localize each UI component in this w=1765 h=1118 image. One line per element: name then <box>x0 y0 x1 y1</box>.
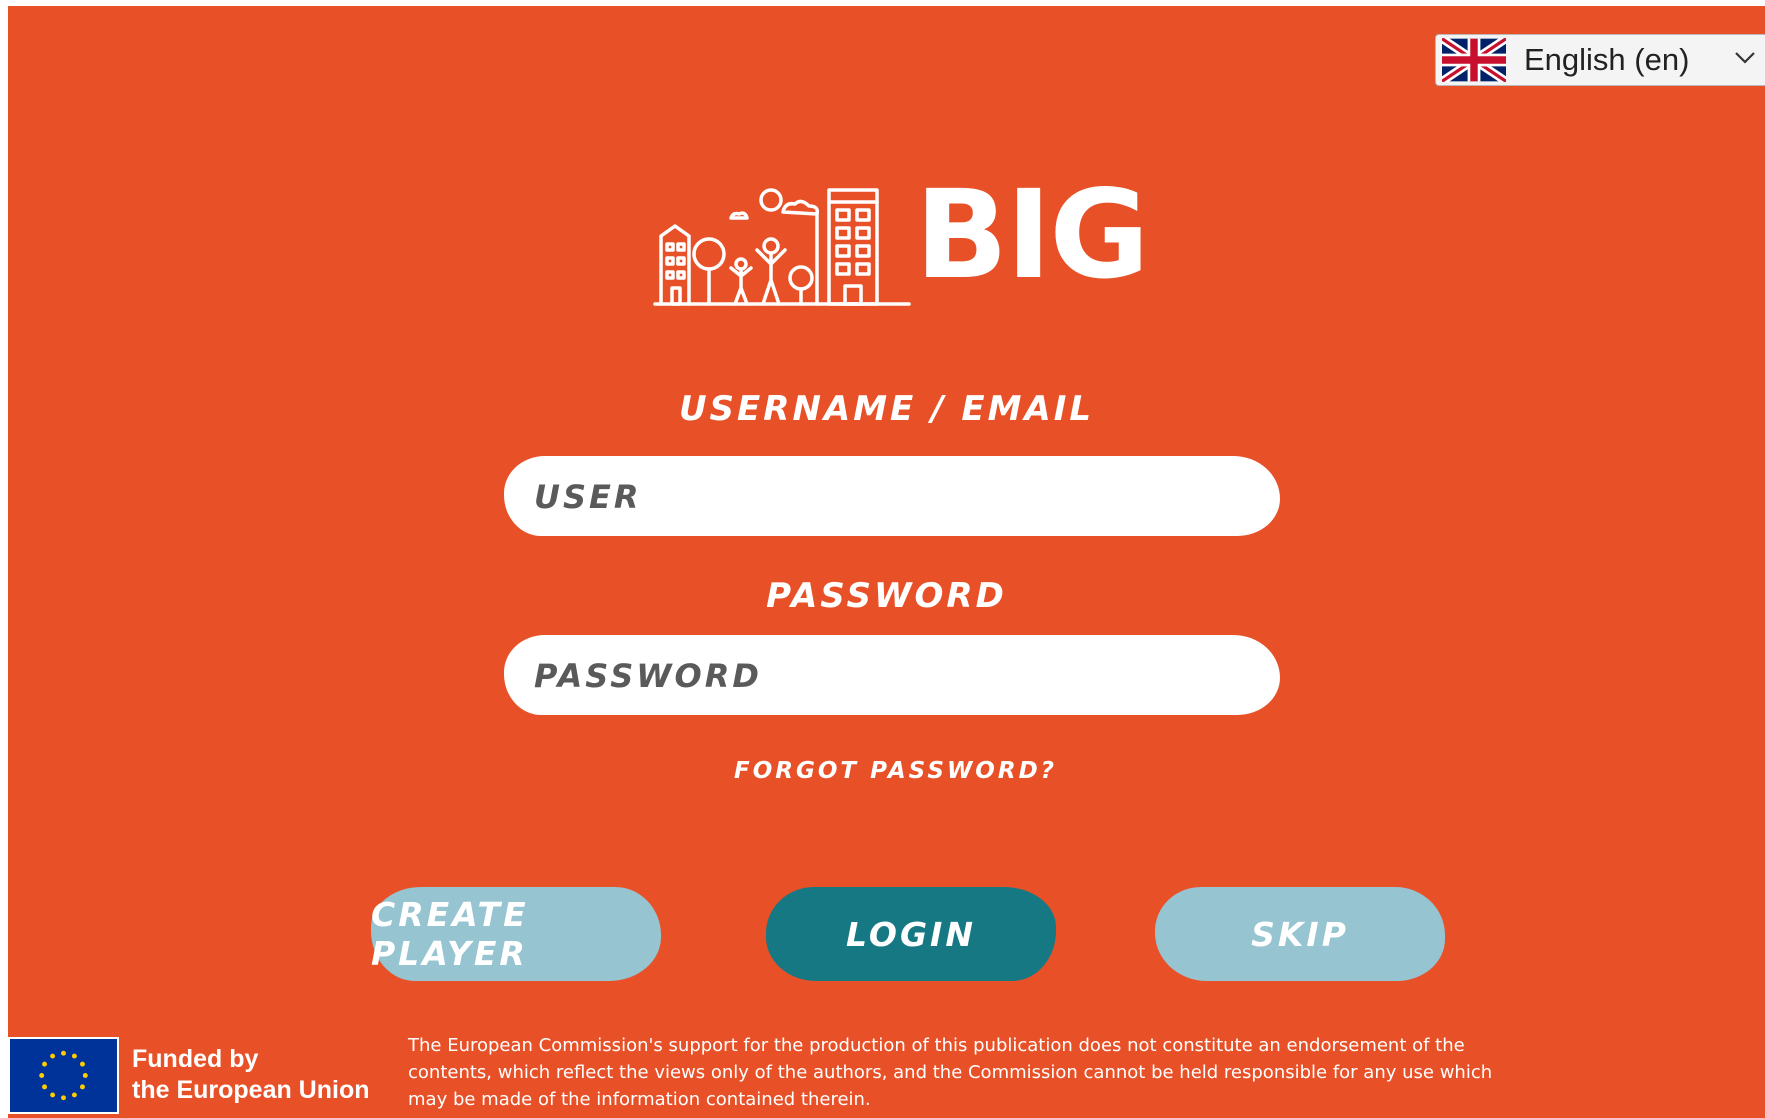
password-input[interactable] <box>532 635 1256 717</box>
chevron-down-icon <box>1735 52 1755 64</box>
username-label: USERNAME / EMAIL <box>678 389 1095 429</box>
create-player-button[interactable]: CREATE PLAYER <box>371 887 661 981</box>
funded-line-1: Funded by <box>132 1045 259 1073</box>
password-field-container <box>504 635 1280 717</box>
login-screen: English (en) BIG USERNAME / EMAIL USER P… <box>8 6 1765 1118</box>
language-value: English (en) <box>1524 42 1690 77</box>
password-label: PASSWORD <box>766 576 1007 616</box>
city-skyline-icon <box>653 188 911 306</box>
funded-by-eu-text: Funded by the European Union <box>132 1044 370 1106</box>
eu-flag-icon <box>8 1037 119 1114</box>
app-logo-text: BIG <box>915 164 1150 306</box>
uk-flag-icon <box>1442 38 1506 82</box>
username-input[interactable] <box>532 456 1256 538</box>
eu-disclaimer: The European Commission's support for th… <box>408 1035 1493 1110</box>
funded-line-2: the European Union <box>132 1076 370 1104</box>
forgot-password-link[interactable]: FORGOT PASSWORD? <box>8 758 1765 784</box>
language-dropdown[interactable]: English (en) <box>1435 34 1765 86</box>
big-logo: BIG <box>653 164 1153 308</box>
login-button[interactable]: LOGIN <box>766 887 1056 981</box>
skip-button[interactable]: SKIP <box>1155 887 1445 981</box>
username-field-container <box>504 456 1280 538</box>
